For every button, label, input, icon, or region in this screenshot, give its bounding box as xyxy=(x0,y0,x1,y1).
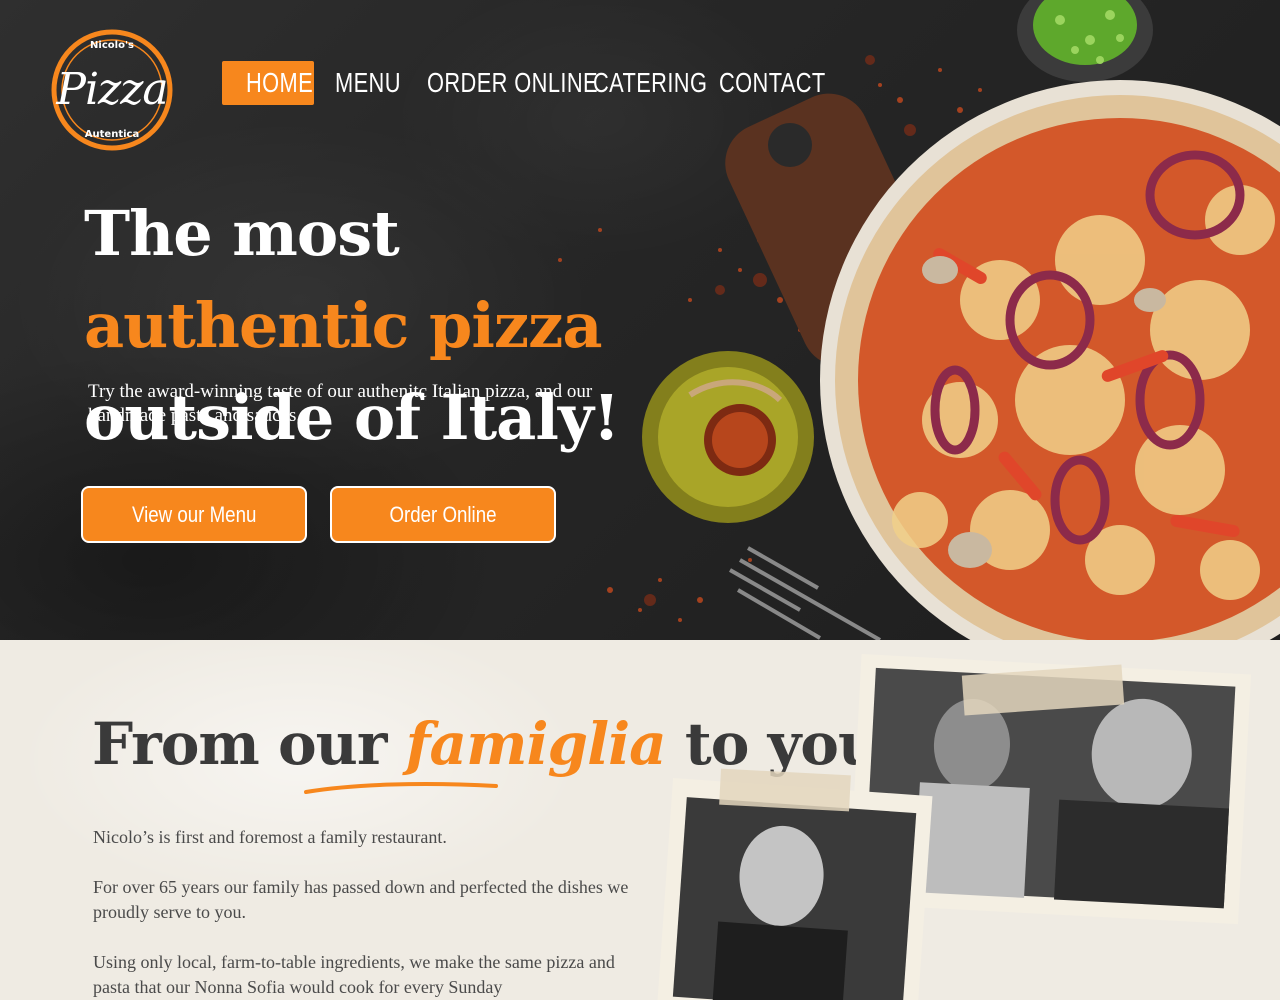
story-paragraph-1: Nicolo’s is first and foremost a family … xyxy=(93,827,447,847)
view-menu-button-label: View our Menu xyxy=(131,501,257,527)
herbs-bowl xyxy=(1017,0,1153,82)
nav-order-online-label[interactable]: ORDER ONLINE xyxy=(427,67,598,99)
nav-menu-label[interactable]: MENU xyxy=(335,67,401,99)
hero-subtext: Try the award-winning taste of our authe… xyxy=(88,381,593,426)
fork xyxy=(729,546,881,640)
order-online-button[interactable]: Order Online xyxy=(330,486,556,543)
story-paragraph-3: Using only local, farm-to-table ingredie… xyxy=(93,952,615,997)
order-online-button-label: Order Online xyxy=(389,501,497,527)
nav-menu[interactable]: MENU xyxy=(335,60,419,106)
brand-logo[interactable]: Nicolo's Pizza Autentica xyxy=(50,28,174,152)
nav-catering[interactable]: CATERING xyxy=(593,60,740,106)
logo-top-text: Nicolo's xyxy=(90,40,134,51)
nav-catering-label[interactable]: CATERING xyxy=(593,67,707,99)
nav-home[interactable]: HOME xyxy=(246,60,332,106)
nav-home-label[interactable]: HOME xyxy=(246,67,313,99)
headline-accent: authentic pizza xyxy=(84,289,603,362)
brush-underline-icon xyxy=(304,782,498,794)
story-title-accent: famiglia xyxy=(405,710,667,778)
story-title-part1: From our xyxy=(92,710,406,778)
logo-bottom-text: Autentica xyxy=(84,129,140,140)
hero-section: Nicolo's Pizza Autentica HOME MENU ORDER… xyxy=(0,0,1280,640)
logo-word: Pizza xyxy=(56,64,168,115)
pizza-image xyxy=(820,80,1280,640)
story-paragraph-2: For over 65 years our family has passed … xyxy=(93,877,629,922)
view-menu-button[interactable]: View our Menu xyxy=(81,486,307,543)
nav-contact-label[interactable]: CONTACT xyxy=(719,67,826,99)
nav-contact[interactable]: CONTACT xyxy=(719,60,856,106)
tape-strip-2 xyxy=(719,768,851,812)
headline-part1: The most xyxy=(84,197,400,270)
photo-nonna-smiling xyxy=(657,778,933,1000)
family-photos xyxy=(657,654,1252,1000)
family-story-section: From our famiglia to yours. Nicolo’s is … xyxy=(0,640,1280,1000)
